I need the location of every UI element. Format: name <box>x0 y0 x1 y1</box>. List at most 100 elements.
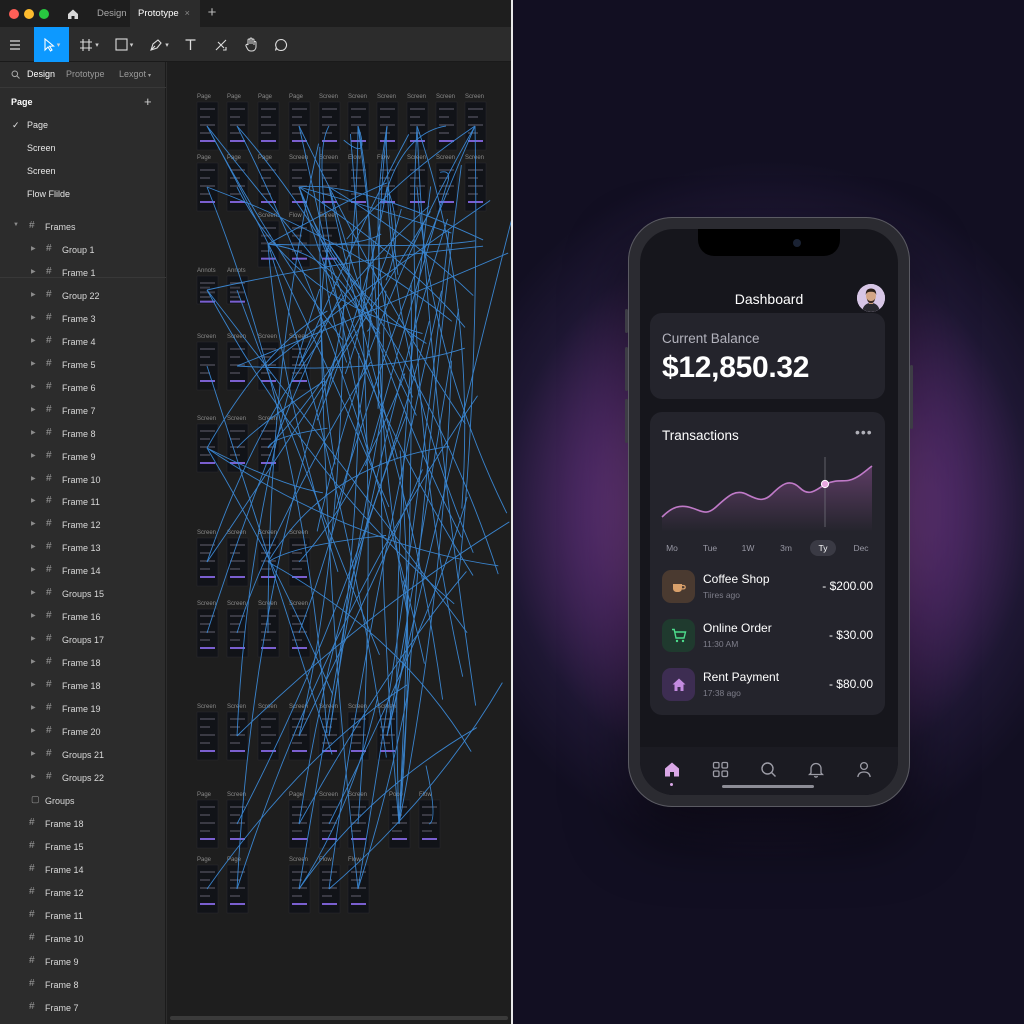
layer-item[interactable]: # Frame 14 <box>0 860 166 880</box>
minimize-window-button[interactable] <box>24 9 34 19</box>
layer-name: Frame 8 <box>62 428 96 439</box>
layer-item[interactable]: ▶ # Frame 3 <box>0 309 166 329</box>
menu-icon[interactable] <box>4 27 26 62</box>
layer-item[interactable]: ▶ # Frame 13 <box>0 538 166 558</box>
more-options-button[interactable]: ••• <box>855 424 873 440</box>
horizontal-scrollbar[interactable] <box>170 1016 508 1020</box>
frame-thumbnail[interactable] <box>226 275 249 305</box>
search-icon[interactable] <box>11 70 20 79</box>
layer-item[interactable]: ▶ # Frame 18 <box>0 676 166 696</box>
frame-label: Screen <box>227 530 246 536</box>
layer-item[interactable]: ▶ # Frame 8 <box>0 424 166 444</box>
resources-tool-button[interactable] <box>211 27 231 62</box>
transaction-row[interactable]: Online Order 11:30 AM - $30.00 <box>650 615 885 659</box>
frame-label: Screen <box>465 155 484 161</box>
transaction-amount: - $200.00 <box>822 579 873 593</box>
layer-item[interactable]: ▶ # Frame 4 <box>0 332 166 352</box>
layer-item[interactable]: ▶ # Frame 16 <box>0 607 166 627</box>
range-tue[interactable]: Tue <box>697 540 723 556</box>
tab-design[interactable]: Design <box>89 0 135 27</box>
page-item[interactable]: Page <box>27 120 48 130</box>
layer-item[interactable]: # Frame 8 <box>0 975 166 995</box>
chart-marker[interactable] <box>820 479 830 489</box>
frame-label: Page <box>258 94 273 100</box>
toolbar: ▾ ▾ ▾ ▾ <box>0 27 511 62</box>
layer-name: Frame 11 <box>45 911 83 921</box>
range-ty[interactable]: Ty <box>810 540 836 556</box>
layer-item[interactable]: ▶ # Frame 10 <box>0 470 166 490</box>
close-window-button[interactable] <box>9 9 19 19</box>
chevron-right-icon: ▶ <box>31 750 36 757</box>
comment-tool-button[interactable] <box>270 27 292 62</box>
frame-label: Annots <box>197 268 216 274</box>
layer-item[interactable]: # Frame 12 <box>0 883 166 903</box>
pages-header: Page <box>11 97 33 107</box>
tab-prototype[interactable]: Prototype × <box>130 0 200 27</box>
layer-name: Group 22 <box>62 290 100 301</box>
pen-tool-button[interactable]: ▾ <box>145 27 173 62</box>
text-tool-button[interactable] <box>180 27 200 62</box>
search-icon[interactable] <box>758 759 778 779</box>
layer-item[interactable]: # Frame 18 <box>0 814 166 834</box>
frame-label: Screen <box>289 155 308 161</box>
layer-item[interactable]: # Frame 15 <box>0 837 166 857</box>
layer-item[interactable]: ▶ # Frame 5 <box>0 355 166 375</box>
volume-button <box>625 347 628 391</box>
layer-item[interactable]: ▶ # Frame 7 <box>0 401 166 421</box>
layer-name: Frame 12 <box>45 888 84 898</box>
layer-item[interactable]: ▶ # Frame 19 <box>0 699 166 719</box>
maximize-window-button[interactable] <box>39 9 49 19</box>
pen-icon <box>150 38 162 51</box>
layer-item[interactable]: ▶ # Frame 6 <box>0 378 166 398</box>
layer-item[interactable]: ▶ # Frame 14 <box>0 561 166 581</box>
layer-item[interactable]: ▶ # Frame 18 <box>0 653 166 673</box>
sidebar-tab-design[interactable]: Design <box>27 69 55 79</box>
transaction-row[interactable]: Rent Payment 17:38 ago - $80.00 <box>650 664 885 708</box>
layer-item[interactable]: ▶ # Groups 17 <box>0 630 166 650</box>
layer-item[interactable]: # Frame 9 <box>0 952 166 972</box>
page-item[interactable]: Screen <box>27 143 56 153</box>
layer-item[interactable]: ▶ # Frame 11 <box>0 492 166 512</box>
layer-item[interactable]: # Frame 10 <box>0 929 166 949</box>
home-icon[interactable] <box>60 0 86 27</box>
page-item[interactable]: Screen <box>27 166 56 176</box>
shape-tool-button[interactable]: ▾ <box>110 27 138 62</box>
range-1w[interactable]: 1W <box>735 540 761 556</box>
layer-item[interactable]: ▢ Groups <box>0 791 166 811</box>
layer-frames-group[interactable]: ▼ # Frames <box>0 217 166 237</box>
hand-tool-button[interactable] <box>240 27 262 62</box>
profile-icon[interactable] <box>854 759 874 779</box>
sidebar-tab-prototype[interactable]: Prototype <box>66 69 105 79</box>
range-dec[interactable]: Dec <box>848 540 874 556</box>
layer-item[interactable]: ▶ # Frame 1 <box>0 263 166 283</box>
layer-item[interactable]: ▶ # Frame 20 <box>0 722 166 742</box>
layer-item[interactable]: ▶ # Groups 22 <box>0 768 166 788</box>
transaction-row[interactable]: Coffee Shop Tiires ago - $200.00 <box>650 566 885 610</box>
add-page-button[interactable]: + <box>144 94 152 109</box>
volume-button <box>625 399 628 443</box>
layer-item[interactable]: # Frame 11 <box>0 906 166 926</box>
close-tab-icon[interactable]: × <box>185 8 190 18</box>
range-mo[interactable]: Mo <box>659 540 685 556</box>
layer-item[interactable]: ▶ # Group 1 <box>0 240 166 260</box>
range-3m[interactable]: 3m <box>773 540 799 556</box>
design-canvas[interactable]: Page Page Page Page Screen Screen Screen Screen… <box>167 62 511 1024</box>
frame-tool-button[interactable]: ▾ <box>76 27 102 62</box>
bell-icon[interactable] <box>806 759 826 779</box>
avatar[interactable] <box>857 284 885 312</box>
layer-item[interactable]: ▶ # Group 22 <box>0 286 166 306</box>
layer-item[interactable]: ▶ # Groups 15 <box>0 584 166 604</box>
layer-item[interactable]: ▶ # Groups 21 <box>0 745 166 765</box>
new-tab-button[interactable]: + <box>204 0 220 27</box>
layer-name: Frame 18 <box>62 681 101 692</box>
sidebar-tab-lexgot[interactable]: Lexgot ▾ <box>119 69 151 79</box>
move-tool-button[interactable]: ▾ <box>34 27 69 62</box>
grid-icon[interactable] <box>710 759 730 779</box>
frame-label: Screen <box>348 94 367 100</box>
layer-item[interactable]: ▶ # Frame 12 <box>0 515 166 535</box>
layer-item[interactable]: ▶ # Frame 9 <box>0 447 166 467</box>
transaction-amount: - $30.00 <box>828 628 873 642</box>
page-item[interactable]: Flow Flilde <box>27 189 70 199</box>
home-icon[interactable] <box>662 759 682 779</box>
layer-item[interactable]: # Frame 7 <box>0 998 166 1018</box>
